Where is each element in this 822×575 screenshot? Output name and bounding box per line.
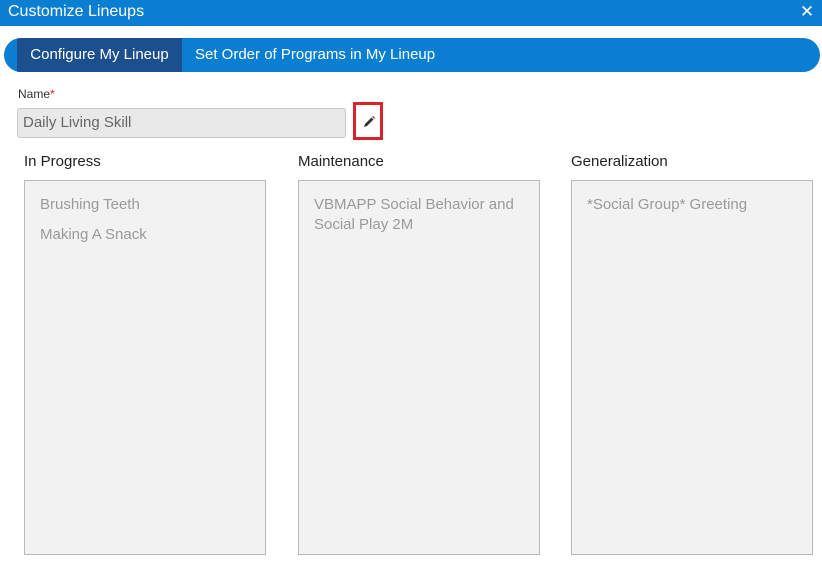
title-bar: Customize Lineups ✕ xyxy=(0,0,822,26)
list-item[interactable]: *Social Group* Greeting xyxy=(587,195,797,215)
window-title: Customize Lineups xyxy=(8,3,145,20)
tab-bar: Configure My Lineup Set Order of Program… xyxy=(4,38,820,72)
close-icon[interactable]: ✕ xyxy=(798,2,816,22)
generalization-title: Generalization xyxy=(571,153,668,170)
in-progress-title: In Progress xyxy=(24,153,101,170)
tab-set-order-of-programs[interactable]: Set Order of Programs in My Lineup xyxy=(195,38,435,72)
edit-name-button[interactable] xyxy=(353,102,383,140)
pencil-icon xyxy=(364,116,375,127)
list-item[interactable]: VBMAPP Social Behavior and Social Play 2… xyxy=(314,195,524,235)
list-item[interactable]: Making A Snack xyxy=(40,225,250,245)
tab-configure-my-lineup[interactable]: Configure My Lineup xyxy=(17,38,182,72)
name-input[interactable]: Daily Living Skill xyxy=(17,108,346,138)
list-item[interactable]: Brushing Teeth xyxy=(40,195,250,215)
required-marker: * xyxy=(50,87,55,101)
name-label: Name* xyxy=(18,87,55,101)
in-progress-list[interactable]: Brushing Teeth Making A Snack xyxy=(24,180,266,555)
generalization-list[interactable]: *Social Group* Greeting xyxy=(571,180,813,555)
maintenance-title: Maintenance xyxy=(298,153,384,170)
maintenance-list[interactable]: VBMAPP Social Behavior and Social Play 2… xyxy=(298,180,540,555)
